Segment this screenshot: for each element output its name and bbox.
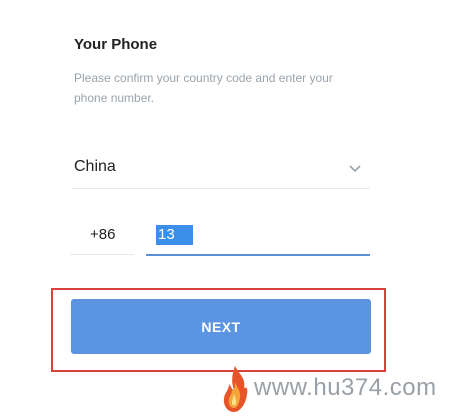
page-description: Please confirm your country code and ent… [74,71,333,105]
flame-logo-icon [223,366,248,412]
country-selected-value: China [74,158,116,175]
page-title: Your Phone [74,36,158,53]
phone-number-field[interactable]: 13 [146,218,370,256]
country-code-field[interactable]: +86 [70,218,134,255]
country-select[interactable]: China [72,150,370,189]
next-button[interactable]: NEXT [71,299,371,354]
country-code-value: +86 [90,226,116,243]
chevron-down-icon [349,165,361,173]
watermark: www.hu374.com [220,364,460,414]
watermark-text: www.hu374.com [254,374,437,401]
phone-number-value: 13 [156,225,193,245]
